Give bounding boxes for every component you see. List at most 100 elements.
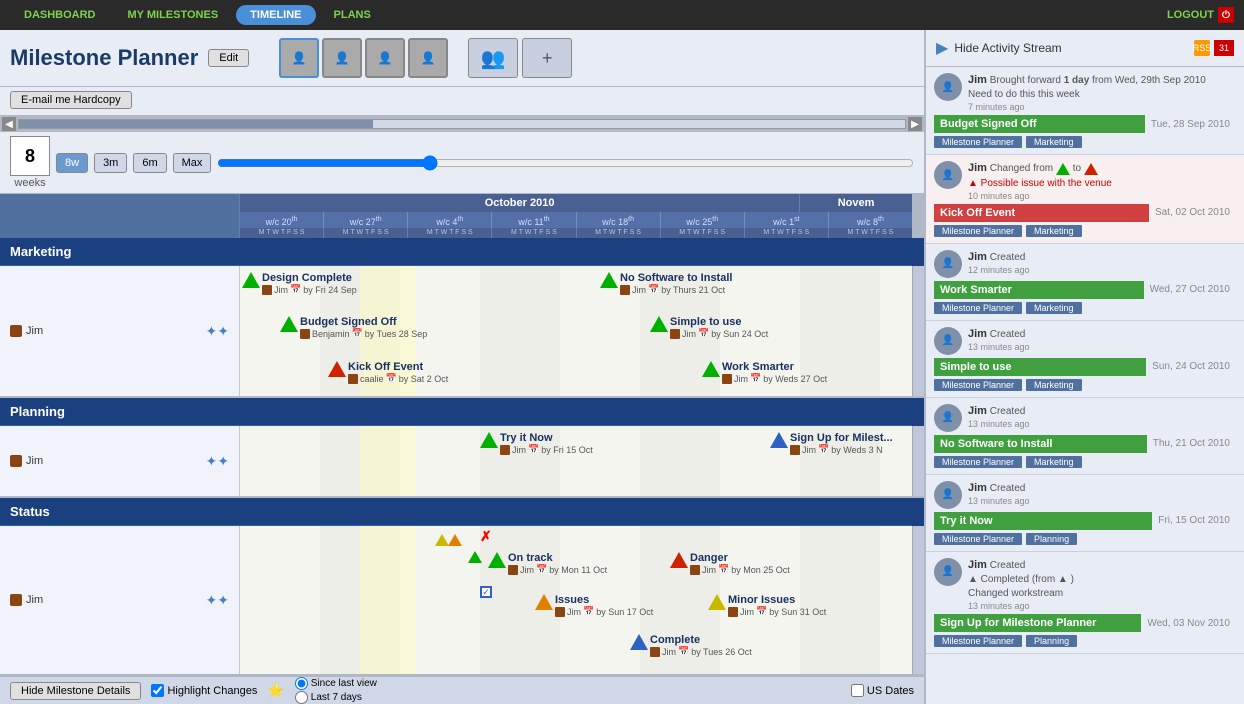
hide-stream-button[interactable]: Hide Activity Stream xyxy=(954,41,1061,55)
activity-user-2: Jim xyxy=(968,162,987,174)
email-button[interactable]: E-mail me Hardcopy xyxy=(10,91,132,109)
weeks-label: weeks xyxy=(14,177,45,189)
activity-item-nosoftware: 👤 Jim Created 13 minutes ago No Software… xyxy=(926,398,1244,475)
last-7-days-radio[interactable] xyxy=(295,691,308,704)
cal-icon-1: 📅 xyxy=(290,284,301,295)
cursor-pointer xyxy=(468,551,482,566)
milestone-simple[interactable]: Simple to use Jim 📅 by Sun 24 Oct xyxy=(650,316,768,339)
activity-tag-5a: Milestone Planner xyxy=(934,456,1022,468)
since-last-view-radio[interactable] xyxy=(295,677,308,690)
group-marketing: Marketing Jim ✦✦ xyxy=(0,238,924,398)
planning-timeline[interactable]: Try it Now Jim 📅 by Fri 15 Oct xyxy=(240,426,912,496)
activity-user-6: Jim xyxy=(968,482,987,494)
since-last-view-label[interactable]: Since last view xyxy=(295,677,377,690)
cal-icon-s5: 📅 xyxy=(678,646,689,657)
scroll-track[interactable] xyxy=(18,119,906,129)
last-7-days-label[interactable]: Last 7 days xyxy=(295,691,377,704)
scroll-right-arrow[interactable]: ▶ xyxy=(908,117,922,131)
hide-milestone-btn[interactable]: Hide Milestone Details xyxy=(10,682,141,700)
planning-stars-icon[interactable]: ✦✦ xyxy=(206,453,229,470)
avatar-1[interactable]: 👤 xyxy=(279,38,319,78)
milestone-danger[interactable]: Danger Jim 📅 by Mon 25 Oct xyxy=(670,552,790,575)
marketing-timeline-header xyxy=(240,238,912,266)
milestone-tryitnow[interactable]: Try it Now Jim 📅 by Fri 15 Oct xyxy=(480,432,593,455)
highlight-changes-label[interactable]: Highlight Changes xyxy=(151,684,257,697)
milestone-tryitnow-detail: Jim 📅 by Fri 15 Oct xyxy=(500,444,593,455)
bottom-right: US Dates xyxy=(851,684,914,697)
week-8: w/c 8th xyxy=(829,212,912,228)
milestone-issues[interactable]: Issues Jim 📅 by Sun 17 Oct xyxy=(535,594,653,617)
btn-max[interactable]: Max xyxy=(173,153,212,173)
us-dates-checkbox[interactable] xyxy=(851,684,864,697)
activity-content-7: Jim Created ▲ Completed (from ▲ ) Change… xyxy=(968,558,1236,611)
btn-3m[interactable]: 3m xyxy=(94,153,127,173)
timeline-slider[interactable] xyxy=(217,156,914,170)
status-stars-icon[interactable]: ✦✦ xyxy=(206,592,229,609)
add-user-icon: + xyxy=(542,48,553,69)
milestone-signup[interactable]: Sign Up for Milest... Jim 📅 by Weds 3 N xyxy=(770,432,893,455)
nav-my-milestones[interactable]: MY MILESTONES xyxy=(114,5,233,25)
activity-tag-6b: Planning xyxy=(1026,533,1077,545)
activity-content-5: Jim Created 13 minutes ago xyxy=(968,404,1236,429)
highlight-changes-checkbox[interactable] xyxy=(151,684,164,697)
milestone-signup-detail: Jim 📅 by Weds 3 N xyxy=(790,444,893,455)
status-checkbox[interactable]: ✓ xyxy=(480,586,492,598)
cal-icon-3: 📅 xyxy=(386,373,397,384)
week-4: w/c 4th xyxy=(408,212,492,228)
add-user-button[interactable]: + xyxy=(522,38,572,78)
cal-icon-2: 📅 xyxy=(352,328,363,339)
tri-issues xyxy=(535,594,553,610)
nav-plans[interactable]: PLANS xyxy=(320,5,385,25)
edit-button[interactable]: Edit xyxy=(208,49,249,67)
tri-design-complete xyxy=(242,272,260,288)
milestone-minor-detail: Jim 📅 by Sun 31 Oct xyxy=(728,606,826,617)
status-timeline[interactable]: ✗ ✓ xyxy=(240,526,912,674)
activity-text-3: Jim Created xyxy=(968,250,1236,265)
mi-dot-p2 xyxy=(790,445,800,455)
week-11: w/c 11th xyxy=(492,212,576,228)
milestone-kickoff-name: Kick Off Event xyxy=(348,361,448,373)
milestone-kickoff[interactable]: Kick Off Event caalie 📅 by Sat 2 Oct xyxy=(328,361,448,384)
rows-area: Marketing Jim ✦✦ xyxy=(0,238,924,676)
milestone-ontrack-name: On track xyxy=(508,552,607,564)
rss-icon: RSS xyxy=(1194,40,1210,56)
activity-tag-6a: Milestone Planner xyxy=(934,533,1022,545)
activity-issue-text: ▲ Possible issue with the venue xyxy=(968,177,1236,191)
avatar-3-icon: 👤 xyxy=(378,51,393,65)
us-dates-label[interactable]: US Dates xyxy=(851,684,914,697)
milestone-worksmarter[interactable]: Work Smarter Jim 📅 by Weds 27 Oct xyxy=(702,361,827,384)
nav-dashboard[interactable]: DASHBOARD xyxy=(10,5,110,25)
milestone-nosoftware[interactable]: No Software to Install Jim 📅 by Thurs 21… xyxy=(600,272,732,295)
milestone-design-complete-info: Design Complete Jim 📅 by Fri 24 Sep xyxy=(262,272,357,295)
btn-6m[interactable]: 6m xyxy=(133,153,166,173)
activity-milestone-row-2: Kick Off Event Sat, 02 Oct 2010 xyxy=(934,204,1236,222)
nav-timeline[interactable]: TIMELINE xyxy=(236,5,315,25)
milestone-ontrack[interactable]: On track Jim 📅 by Mon 11 Oct xyxy=(488,552,607,575)
milestone-design-complete[interactable]: Design Complete Jim 📅 by Fri 24 Sep xyxy=(242,272,357,295)
activity-milestone-bar-3: Work Smarter xyxy=(934,281,1144,299)
milestone-danger-name: Danger xyxy=(690,552,790,564)
scroll-left-arrow[interactable]: ◀ xyxy=(2,117,16,131)
avatar-3[interactable]: 👤 xyxy=(365,38,405,78)
activity-text-6: Jim Created xyxy=(968,481,1236,496)
milestone-complete[interactable]: Complete Jim 📅 by Tues 26 Oct xyxy=(630,634,752,657)
activity-time-6: 13 minutes ago xyxy=(968,496,1236,506)
cal-icon-s2: 📅 xyxy=(718,564,729,575)
marketing-stars-icon[interactable]: ✦✦ xyxy=(206,323,229,340)
horizontal-scrollbar[interactable]: ◀ ▶ xyxy=(0,116,924,132)
avatar-4[interactable]: 👤 xyxy=(408,38,448,78)
status-timeline-header xyxy=(240,498,912,526)
week-27: w/c 27th xyxy=(324,212,408,228)
activity-sub-1: Need to do this this week xyxy=(968,88,1236,102)
milestone-minor[interactable]: Minor Issues Jim 📅 by Sun 31 Oct xyxy=(708,594,826,617)
btn-8w[interactable]: 8w xyxy=(56,153,88,173)
marketing-timeline[interactable]: Design Complete Jim 📅 by Fri 24 Sep xyxy=(240,266,912,396)
group-status: Status Jim ✦✦ xyxy=(0,498,924,676)
logout-button[interactable]: LOGOUT ⏻ xyxy=(1167,7,1234,23)
us-dates-text: US Dates xyxy=(867,685,914,697)
activity-time-5: 13 minutes ago xyxy=(968,419,1236,429)
status-header-row: Status xyxy=(0,498,924,526)
avatar-2[interactable]: 👤 xyxy=(322,38,362,78)
milestone-budget-name: Budget Signed Off xyxy=(300,316,427,328)
milestone-budget[interactable]: Budget Signed Off Benjamin 📅 by Tues 28 … xyxy=(280,316,427,339)
